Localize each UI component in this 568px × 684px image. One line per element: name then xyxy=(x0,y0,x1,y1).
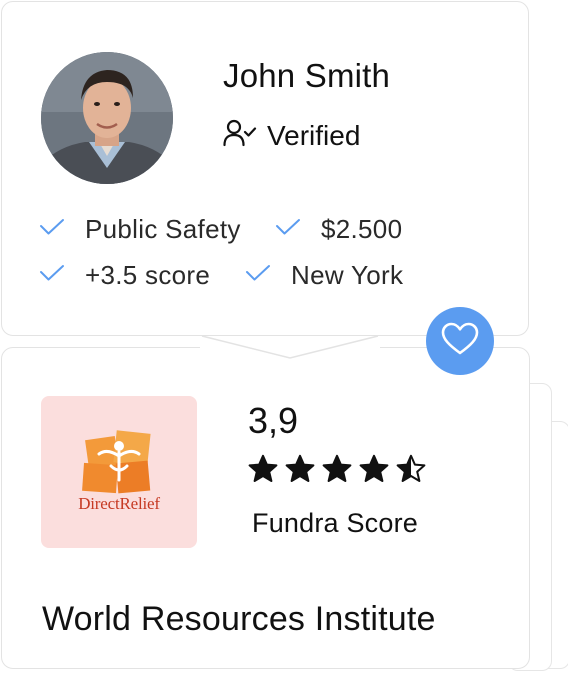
tag-label: $2.500 xyxy=(321,214,403,244)
tag-label: Public Safety xyxy=(85,214,241,244)
tag-label: +3.5 score xyxy=(85,260,211,290)
star-half-icon xyxy=(396,454,426,482)
logo-wordmark: DirectRelief xyxy=(78,494,160,513)
organization-card[interactable]: DirectRelief 3,9 Fundra Score World Reso… xyxy=(1,347,530,669)
organization-name: World Resources Institute xyxy=(42,600,436,638)
heart-icon xyxy=(441,322,479,361)
profile-name: John Smith xyxy=(223,57,391,94)
star-full-icon xyxy=(285,454,315,482)
check-icon xyxy=(39,217,65,242)
avatar xyxy=(41,52,173,184)
check-icon xyxy=(245,263,271,288)
tag-label: New York xyxy=(291,260,404,290)
profile-card[interactable]: John Smith Verified Public Safety $2.500 xyxy=(1,1,529,336)
tag-public-safety: Public Safety xyxy=(39,214,241,245)
score-label: Fundra Score xyxy=(252,508,418,538)
user-check-icon xyxy=(223,119,257,152)
rating-stars xyxy=(248,454,426,484)
score-value: 3,9 xyxy=(248,400,299,441)
favorite-button[interactable] xyxy=(426,307,494,375)
card-connector xyxy=(200,335,380,360)
tag-location: New York xyxy=(245,260,403,291)
star-full-icon xyxy=(322,454,352,482)
check-icon xyxy=(275,217,301,242)
verified-label: Verified xyxy=(267,119,361,151)
star-full-icon xyxy=(359,454,389,482)
star-full-icon xyxy=(248,454,278,482)
check-icon xyxy=(39,263,65,288)
verified-status: Verified xyxy=(223,119,360,152)
organization-logo: DirectRelief xyxy=(41,396,197,548)
tag-amount: $2.500 xyxy=(275,214,402,245)
tag-score: +3.5 score xyxy=(39,260,210,291)
cards-stage: John Smith Verified Public Safety $2.500 xyxy=(0,0,568,684)
